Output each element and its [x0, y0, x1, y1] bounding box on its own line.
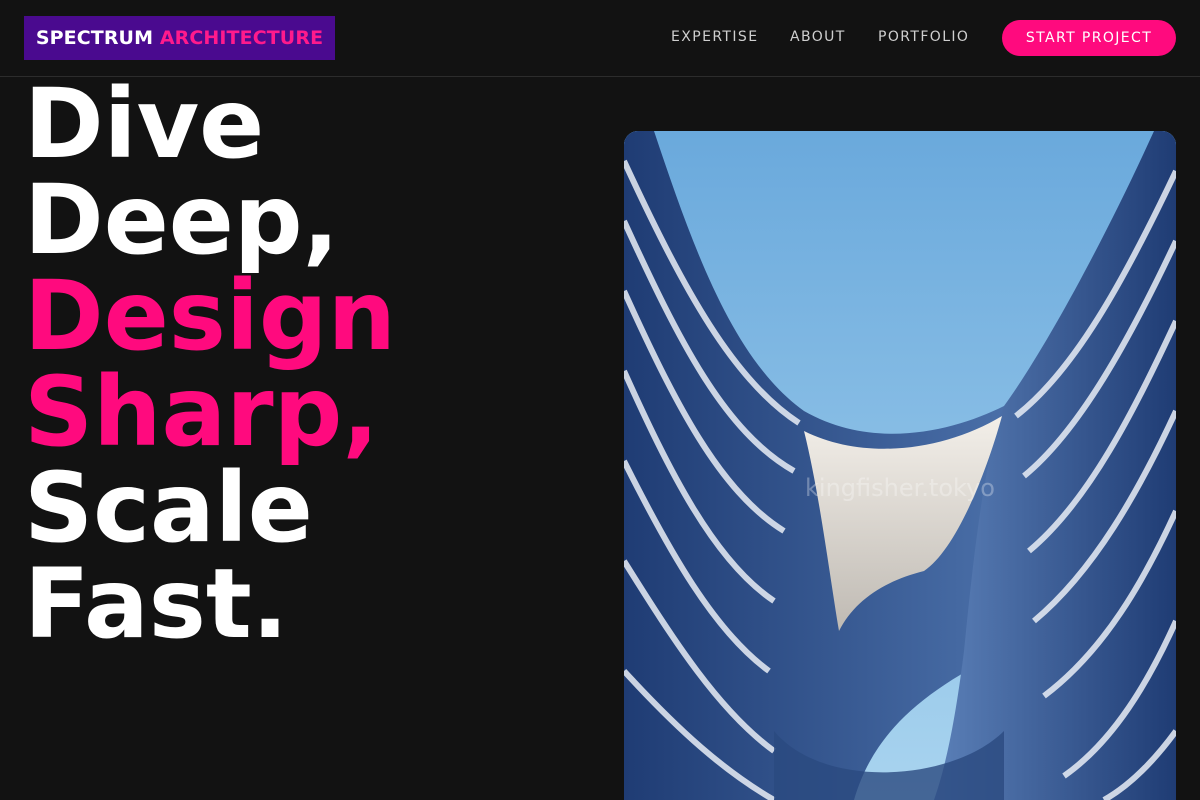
headline-line: Design — [24, 260, 396, 372]
headline-line: Dive — [24, 68, 265, 180]
headline-line: Fast. — [24, 548, 289, 660]
building-illustration: kingfisher.tokyo — [624, 131, 1176, 800]
nav-link-expertise[interactable]: EXPERTISE — [671, 29, 758, 45]
nav-link-about[interactable]: ABOUT — [790, 29, 846, 45]
logo-primary-text: SPECTRUM — [35, 27, 154, 49]
site-header: SPECTRUM ARCHITECTURE EXPERTISE ABOUT PO… — [0, 0, 1200, 77]
nav-link-portfolio[interactable]: PORTFOLIO — [878, 29, 969, 45]
headline-line: Deep, — [24, 164, 340, 276]
hero-architecture-photo: kingfisher.tokyo — [624, 131, 1176, 800]
start-project-button[interactable]: START PROJECT — [1002, 20, 1176, 56]
headline-line: Sharp, — [24, 356, 379, 468]
image-watermark: kingfisher.tokyo — [805, 474, 995, 502]
headline-line: Scale — [24, 452, 313, 564]
brand-logo[interactable]: SPECTRUM ARCHITECTURE — [24, 16, 335, 60]
logo-accent-text: ARCHITECTURE — [159, 27, 324, 49]
hero-headline: Dive Deep, Design Sharp, Scale Fast. — [24, 76, 396, 652]
